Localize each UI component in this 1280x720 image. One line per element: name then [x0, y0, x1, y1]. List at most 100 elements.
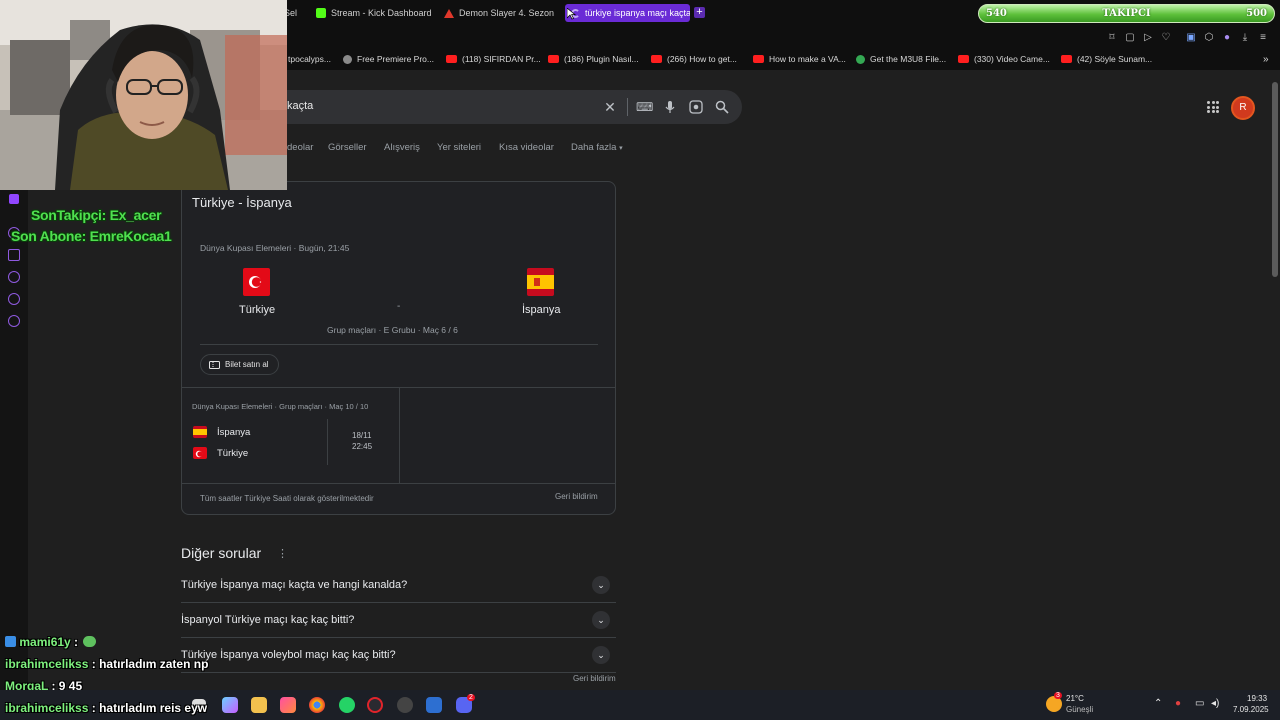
app-icon[interactable] [426, 697, 442, 713]
search-input[interactable]: kaçta [287, 100, 313, 112]
clock-time: 19:33 [1247, 694, 1268, 703]
chevron-down-icon: ⌄ [592, 576, 610, 594]
clock-icon[interactable] [8, 271, 20, 283]
bookmark-label: Free Premiere Pro... [357, 54, 434, 64]
faq-question-text: İspanyol Türkiye maçı kaç kaç bitti? [181, 614, 355, 626]
chat-text: hatırladım zaten np [99, 657, 209, 671]
weather-badge: 3 [1054, 692, 1062, 699]
tab-demon-slayer[interactable]: Demon Slayer 4. Sezon 5 [444, 4, 556, 22]
warning-icon [444, 8, 454, 18]
youtube-icon [651, 55, 662, 63]
home-team: Türkiye [239, 304, 276, 316]
last-follower: SonTakipçi: Ex_acer [31, 207, 162, 223]
extensions-icon[interactable]: ⬡ [1203, 32, 1215, 44]
download-icon[interactable]: ⤓ [1239, 32, 1251, 44]
scrollbar[interactable] [1272, 82, 1278, 277]
instagram-icon[interactable] [280, 697, 296, 713]
bookmark-rail-icon[interactable] [8, 249, 20, 261]
bookmark-item[interactable]: (118) SIFIRDAN Pr... [446, 54, 541, 64]
bookmark-label: (266) How to get... [667, 54, 737, 64]
tab-more[interactable]: Daha fazla ▾ [571, 142, 623, 153]
lens-icon[interactable] [689, 100, 703, 114]
bookmark-label: Get the M3U8 File... [870, 54, 947, 64]
match-meta: Dünya Kupası Elemeleri · Bugün, 21:45 [200, 243, 350, 253]
next-match-meta: Dünya Kupası Elemeleri · Grup maçları · … [192, 402, 369, 411]
faq-question[interactable]: İspanyol Türkiye maçı kaç kaç bitti? ⌄ [181, 603, 616, 638]
clear-icon[interactable]: ✕ [603, 100, 617, 114]
spain-flag-icon [193, 426, 207, 438]
tab-places[interactable]: Yer siteleri [437, 142, 481, 153]
obs-icon[interactable] [397, 697, 413, 713]
bookmark-item[interactable]: Free Premiere Pro... [343, 54, 434, 64]
search-divider [627, 98, 628, 116]
bookmark-item[interactable]: (266) How to get... [651, 54, 737, 64]
twitch-icon [9, 194, 19, 204]
faq-question[interactable]: Türkiye İspanya voleybol maçı kaç kaç bi… [181, 638, 616, 673]
buy-ticket-button[interactable]: Bilet satın al [200, 354, 279, 375]
chat-rail-icon[interactable] [8, 293, 20, 305]
match-score: - [397, 301, 401, 312]
tab-kick-dashboard[interactable]: Stream - Kick Dashboard [316, 4, 432, 22]
tab-more-label: Daha fazla [571, 142, 617, 153]
chat-text: hatırladım reis eyw [99, 701, 208, 715]
network-icon[interactable]: ▭ [1195, 698, 1204, 709]
chrome-icon[interactable] [309, 697, 325, 713]
feedback-link[interactable]: Geri bildirim [555, 492, 598, 501]
mic-icon[interactable]: ● [1175, 698, 1181, 709]
faq-feedback-link[interactable]: Geri bildirim [573, 674, 616, 683]
tab-short-videos[interactable]: Kısa videolar [499, 142, 554, 153]
bookmark-label: (186) Plugin Nasıl... [564, 54, 639, 64]
tab-shopping[interactable]: Alışveriş [384, 142, 420, 153]
translate-icon[interactable]: ▣ [1185, 32, 1197, 44]
apps-grid-icon[interactable] [1207, 101, 1219, 113]
whatsapp-icon[interactable] [339, 697, 355, 713]
new-tab-button[interactable]: + [694, 7, 705, 18]
faq-question[interactable]: Türkiye İspanya maçı kaçta ve hangi kana… [181, 568, 616, 603]
bookmark-icon[interactable]: ⌑ [1106, 32, 1118, 44]
copilot-icon[interactable] [222, 697, 238, 713]
youtube-icon [446, 55, 457, 63]
bookmark-item[interactable]: (330) Video Came... [958, 54, 1050, 64]
window-icon[interactable]: ▢ [1124, 32, 1136, 44]
search-icon[interactable] [715, 100, 729, 114]
match-title: Türkiye - İspanya [192, 195, 292, 210]
tab-images[interactable]: Görseller [328, 142, 367, 153]
webcam-feed [0, 0, 287, 190]
volume-icon[interactable]: ◂) [1211, 698, 1219, 709]
profile-icon[interactable]: ● [1221, 32, 1233, 44]
bookmark-item[interactable]: How to make a VA... [753, 54, 846, 64]
play-icon[interactable]: ▷ [1142, 32, 1154, 44]
bookmark-item[interactable]: Get the M3U8 File... [856, 54, 946, 64]
match-stage: Grup maçları · E Grubu · Maç 6 / 6 [327, 325, 458, 335]
tab-google-search[interactable]: türkiye ispanya maçı kaçta [565, 4, 690, 22]
stream-left-rail [0, 190, 28, 690]
buy-ticket-label: Bilet satın al [225, 360, 269, 369]
settings-icon[interactable] [8, 315, 20, 327]
faq-title: Diğer sorular [181, 545, 262, 561]
mic-icon[interactable] [664, 100, 676, 114]
bookmark-item[interactable]: (42) Söyle Sunam... [1061, 54, 1152, 64]
tab-videos[interactable]: deolar [287, 142, 313, 153]
file-explorer-icon[interactable] [251, 697, 267, 713]
chat-username: ibrahimcelikss [5, 657, 89, 671]
avatar[interactable]: R [1231, 96, 1255, 120]
ticket-icon [209, 360, 220, 369]
heart-icon[interactable]: ♡ [1160, 32, 1172, 44]
clock-date: 7.09.2025 [1233, 705, 1269, 714]
bookmark-label: (330) Video Came... [974, 54, 1050, 64]
more-bookmarks-icon[interactable]: » [1263, 54, 1269, 65]
menu-icon[interactable]: ≡ [1257, 32, 1269, 44]
chevron-up-icon[interactable]: ⌃ [1154, 698, 1162, 709]
more-options-icon[interactable]: ⋮ [277, 547, 288, 560]
tab-label: Stream - Kick Dashboard [331, 8, 432, 18]
divider [200, 344, 598, 345]
follower-count: 540 [986, 8, 1007, 19]
chat-message: ibrahimcelikss : hatırladım reis eyw [5, 701, 208, 715]
bookmark-item[interactable]: (186) Plugin Nasıl... [548, 54, 639, 64]
chevron-down-icon: ⌄ [592, 646, 610, 664]
turkey-flag-icon [243, 268, 270, 296]
next-match-date: 18/11 [352, 431, 372, 440]
bookmark-item[interactable]: tpocalyps... [288, 54, 331, 64]
opera-icon[interactable] [367, 697, 383, 713]
keyboard-icon[interactable]: ⌨ [636, 100, 653, 114]
